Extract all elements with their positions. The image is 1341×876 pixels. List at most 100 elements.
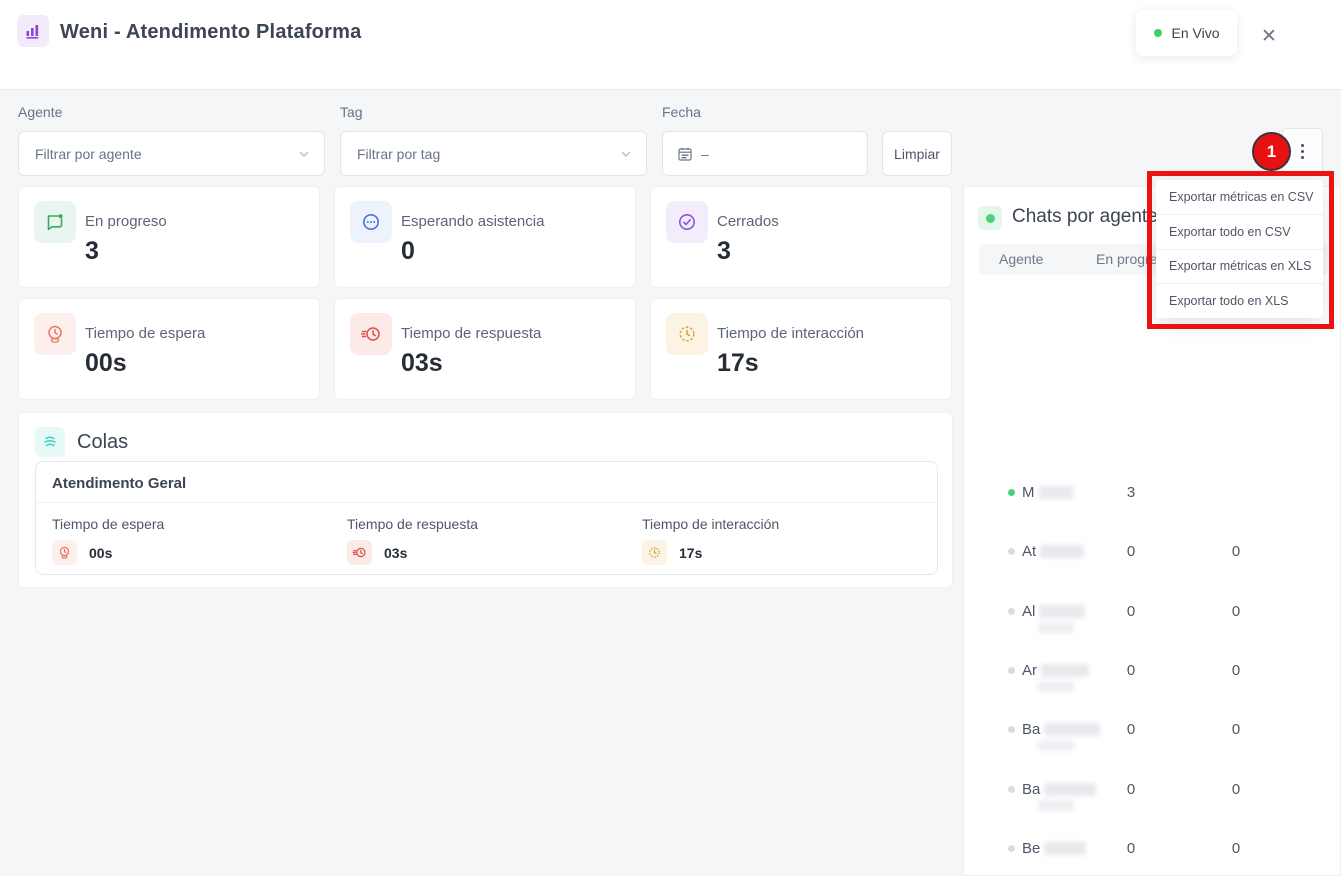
metric-card-in-progress: En progreso 3 — [18, 186, 320, 288]
agent-closed-count: 0 — [1214, 662, 1258, 679]
wait-clock-icon — [52, 540, 77, 565]
redacted-name — [1041, 664, 1089, 677]
metric-label: Cerrados — [717, 213, 779, 230]
menu-item-export-all-xls[interactable]: Exportar todo en XLS — [1156, 283, 1323, 318]
chats-per-agent-title: Chats por agente — [1012, 206, 1158, 228]
metric-value: 3 — [717, 237, 731, 266]
agent-offline-icon — [1008, 548, 1015, 555]
agent-filter-input[interactable] — [19, 146, 296, 162]
agent-in-progress-count: 0 — [1109, 662, 1153, 679]
agent-in-progress-count: 3 — [1109, 484, 1153, 501]
metric-value: 00s — [85, 349, 127, 378]
agent-offline-icon — [1008, 667, 1015, 674]
redacted-name — [1044, 783, 1096, 796]
waiting-dots-icon — [350, 201, 392, 243]
agent-name: At — [1022, 543, 1084, 560]
metric-label: Esperando asistencia — [401, 213, 544, 230]
metric-value: 03s — [401, 349, 443, 378]
agent-name: Be — [1022, 840, 1086, 857]
agent-filter-select[interactable] — [18, 131, 325, 176]
agent-name: Al — [1022, 603, 1085, 620]
bar-chart-icon — [17, 15, 49, 47]
queue-metric-value: 03s — [384, 545, 407, 561]
metric-card-closed: Cerrados 3 — [650, 186, 952, 288]
tag-filter-select[interactable] — [340, 131, 647, 176]
agent-closed-count: 0 — [1214, 840, 1258, 857]
metric-card-wait-time: Tiempo de espera 00s — [18, 298, 320, 400]
speed-clock-icon — [347, 540, 372, 565]
divider — [36, 502, 937, 503]
metric-value: 3 — [85, 237, 99, 266]
live-status-chip[interactable]: En Vivo — [1136, 10, 1237, 56]
chat-icon — [34, 201, 76, 243]
green-dot-icon — [978, 206, 1002, 230]
close-icon[interactable]: ✕ — [1257, 21, 1281, 52]
agent-offline-icon — [1008, 608, 1015, 615]
agent-filter-label: Agente — [18, 104, 62, 120]
agent-offline-icon — [1008, 786, 1015, 793]
chevron-down-icon — [296, 146, 312, 162]
metric-card-interaction-time: Tiempo de interacción 17s — [650, 298, 952, 400]
page-title: Weni - Atendimento Plataforma — [60, 21, 361, 44]
kebab-dot — [1301, 150, 1304, 153]
menu-item-export-metrics-csv[interactable]: Exportar métricas en CSV — [1156, 180, 1323, 214]
calendar-icon — [677, 146, 693, 162]
dashed-clock-icon — [666, 313, 708, 355]
agent-in-progress-count: 0 — [1109, 603, 1153, 620]
kebab-dot — [1301, 156, 1304, 159]
metric-value: 0 — [401, 237, 415, 266]
wait-clock-icon — [34, 313, 76, 355]
redacted-name — [1038, 740, 1074, 751]
agent-row[interactable]: Ba 0 0 — [964, 760, 1341, 819]
redacted-name — [1038, 622, 1074, 633]
redacted-name — [1038, 800, 1074, 811]
tag-filter-input[interactable] — [341, 146, 618, 162]
agent-closed-count: 0 — [1214, 721, 1258, 738]
agent-in-progress-count: 0 — [1109, 781, 1153, 798]
queues-icon — [35, 427, 65, 457]
agent-row[interactable]: Ar 0 0 — [964, 641, 1341, 700]
queue-name: Atendimento Geral — [52, 475, 186, 492]
clear-filters-button[interactable]: Limpiar — [882, 131, 952, 176]
menu-item-export-metrics-xls[interactable]: Exportar métricas en XLS — [1156, 249, 1323, 284]
metric-value: 17s — [717, 349, 759, 378]
export-dropdown-menu: Exportar métricas en CSV Exportar todo e… — [1156, 180, 1323, 318]
annotation-badge: 1 — [1252, 132, 1291, 171]
queue-metric-label: Tiempo de respuesta — [347, 516, 478, 532]
metric-card-waiting: Esperando asistencia 0 — [334, 186, 636, 288]
redacted-name — [1039, 486, 1073, 499]
queue-card: Atendimento Geral Tiempo de espera 00s T… — [35, 461, 938, 575]
agent-online-icon — [1008, 489, 1015, 496]
agent-in-progress-count: 0 — [1109, 840, 1153, 857]
agent-row[interactable]: M 3 — [964, 463, 1341, 522]
redacted-name — [1039, 605, 1085, 618]
menu-item-export-all-csv[interactable]: Exportar todo en CSV — [1156, 214, 1323, 249]
agent-offline-icon — [1008, 726, 1015, 733]
agent-name: Ar — [1022, 662, 1089, 679]
live-dot-icon — [1154, 29, 1162, 37]
metric-label: Tiempo de respuesta — [401, 325, 541, 342]
metric-label: Tiempo de interacción — [717, 325, 864, 342]
date-filter-input[interactable]: – — [662, 131, 868, 176]
agent-row[interactable]: Be 0 0 — [964, 819, 1341, 876]
date-value: – — [701, 146, 709, 162]
queues-panel: Colas Atendimento Geral Tiempo de espera… — [18, 412, 953, 588]
dashed-clock-icon — [642, 540, 667, 565]
tag-filter-label: Tag — [340, 104, 363, 120]
agent-row[interactable]: Al 0 0 — [964, 582, 1341, 641]
agent-row[interactable]: At 0 0 — [964, 522, 1341, 581]
queues-title: Colas — [77, 431, 128, 454]
kebab-dot — [1301, 144, 1304, 147]
redacted-name — [1040, 545, 1084, 558]
agent-name: M — [1022, 484, 1073, 501]
agent-name: Ba — [1022, 721, 1100, 738]
queue-metric-label: Tiempo de interacción — [642, 516, 779, 532]
agent-row[interactable]: Ba 0 0 — [964, 700, 1341, 759]
chevron-down-icon — [618, 146, 634, 162]
weni-dashboard: Weni - Atendimento Plataforma En Vivo ✕ … — [0, 0, 1341, 876]
agent-in-progress-count: 0 — [1109, 543, 1153, 560]
date-filter-label: Fecha — [662, 104, 701, 120]
live-label: En Vivo — [1172, 25, 1220, 41]
agent-offline-icon — [1008, 845, 1015, 852]
queue-metric-value: 00s — [89, 545, 112, 561]
